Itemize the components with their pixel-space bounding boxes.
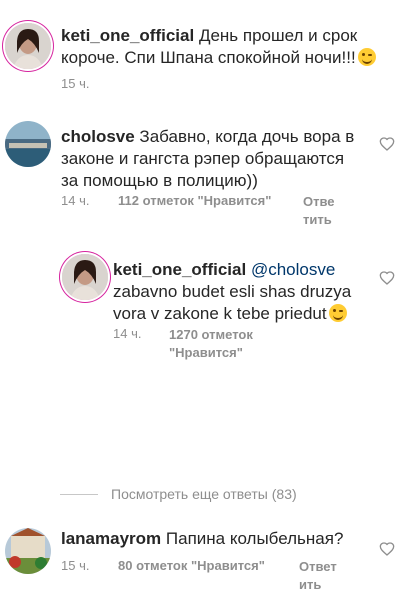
comment-time: 14 ч. <box>61 193 90 208</box>
avatar[interactable] <box>5 528 51 574</box>
comment-time: 14 ч. <box>113 326 142 341</box>
comment-text: День прошел и срок <box>194 26 358 45</box>
comment-text: Забавно, когда дочь вора в <box>134 127 355 146</box>
comment-text: vora v zakone k tebe priedut <box>113 304 327 323</box>
reply-label: Ответ <box>299 559 337 574</box>
likes-count-line: "Нравится" <box>169 345 243 360</box>
wink-emoji-icon <box>328 304 347 322</box>
reply-button[interactable]: Отве тить <box>303 193 335 229</box>
reply-label: ить <box>299 577 322 592</box>
avatar[interactable] <box>5 23 51 69</box>
likes-count[interactable]: 80 отметок "Нравится" <box>118 558 265 573</box>
comment-text: zabavno budet esli shas druzya <box>113 282 352 301</box>
avatar[interactable] <box>5 121 51 167</box>
reply-label: Отве <box>303 194 335 209</box>
comment-time: 15 ч. <box>61 558 90 573</box>
view-more-replies-button[interactable]: Посмотреть еще ответы (83) <box>111 486 297 502</box>
comment-text: законе и гангста рэпер обращаются <box>61 149 345 168</box>
comment-username[interactable]: keti_one_official <box>61 26 194 45</box>
reply-label: тить <box>303 212 332 227</box>
comment-username[interactable]: cholosve <box>61 127 135 146</box>
comment-username[interactable]: keti_one_official <box>113 260 246 279</box>
comment-time: 15 ч. <box>61 76 90 91</box>
avatar[interactable] <box>62 254 108 300</box>
wink-emoji-icon <box>357 48 376 66</box>
heart-icon[interactable] <box>379 270 395 286</box>
likes-count-line: 1270 отметок <box>169 327 253 342</box>
likes-count[interactable]: 1270 отметок "Нравится" <box>169 326 253 362</box>
likes-count[interactable]: 112 отметок "Нравится" <box>118 193 271 208</box>
mention-link[interactable]: @cholosve <box>246 260 335 279</box>
divider-line <box>60 494 98 495</box>
heart-icon[interactable] <box>379 136 395 152</box>
comment-text: за помощью в полицию)) <box>61 171 258 190</box>
comment-text: Папина колыбельная? <box>161 529 344 548</box>
heart-icon[interactable] <box>379 541 395 557</box>
comment-username[interactable]: lanamayrom <box>61 529 161 548</box>
reply-button[interactable]: Ответ ить <box>299 558 337 594</box>
comment-text: короче. Спи Шпана спокойной ночи!!! <box>61 48 356 67</box>
